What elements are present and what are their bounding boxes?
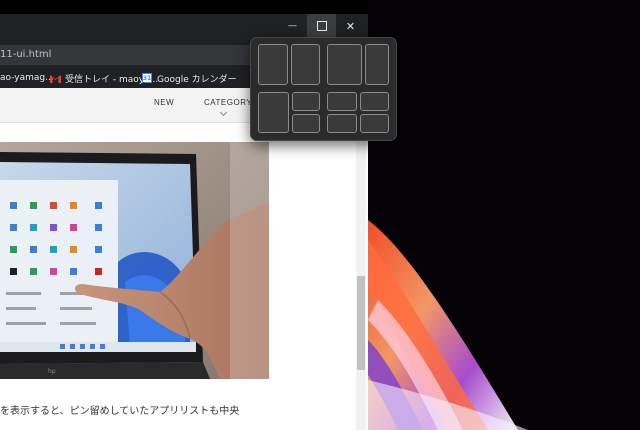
svg-text:hp: hp: [48, 368, 56, 375]
desktop-wallpaper: [368, 0, 640, 430]
snap-zone-column: [291, 92, 320, 133]
close-icon: ✕: [345, 19, 356, 33]
bookmark-label: Google カレンダー: [157, 74, 237, 85]
minimize-button[interactable]: —: [278, 14, 307, 38]
bookmark-label: ao-yamag...: [0, 73, 54, 83]
snap-layout-two-column-even: [258, 44, 320, 85]
gmail-icon: [50, 74, 61, 83]
snap-zone[interactable]: [365, 44, 389, 85]
snap-zone[interactable]: [291, 92, 320, 111]
snap-zone[interactable]: [359, 114, 389, 133]
scrollbar-thumb[interactable]: [357, 276, 365, 370]
nav-link-new[interactable]: NEW: [154, 98, 174, 107]
snap-zone[interactable]: [327, 44, 362, 85]
url-text: 11-ui.html: [0, 49, 52, 60]
article-photo: hp: [0, 142, 269, 379]
snap-layouts-flyout: [250, 37, 397, 141]
maximize-icon: [316, 21, 327, 31]
snap-layout-four-quadrants: [327, 92, 389, 133]
bookmark-item-google-calendar[interactable]: 31 Google カレンダー: [142, 68, 237, 88]
nav-link-category[interactable]: CATEGORY: [204, 98, 252, 107]
snap-zone[interactable]: [290, 44, 320, 85]
snap-zone[interactable]: [291, 114, 320, 133]
snap-zone[interactable]: [258, 92, 289, 133]
snap-zone-column: [359, 92, 389, 133]
snap-layout-two-column-wide-left: [327, 44, 389, 85]
snap-zone-column: [327, 92, 357, 133]
chevron-down-icon: [219, 108, 228, 117]
snap-zone[interactable]: [327, 92, 357, 111]
close-button[interactable]: ✕: [336, 14, 365, 38]
snap-zone[interactable]: [258, 44, 288, 85]
snap-zone[interactable]: [359, 92, 389, 111]
article-paragraph: を表示すると、ピン留めしていたアプリリストも中央: [0, 406, 240, 417]
bookmark-item[interactable]: ao-yamag...: [0, 68, 54, 88]
snap-zone[interactable]: [327, 114, 357, 133]
google-calendar-icon: 31: [142, 73, 152, 83]
minimize-icon: —: [288, 21, 297, 31]
snap-layout-main-left-two-right: [258, 92, 320, 133]
maximize-button[interactable]: [307, 14, 336, 38]
title-bar: — ✕: [0, 14, 368, 38]
url-input[interactable]: 11-ui.html: [0, 45, 280, 65]
